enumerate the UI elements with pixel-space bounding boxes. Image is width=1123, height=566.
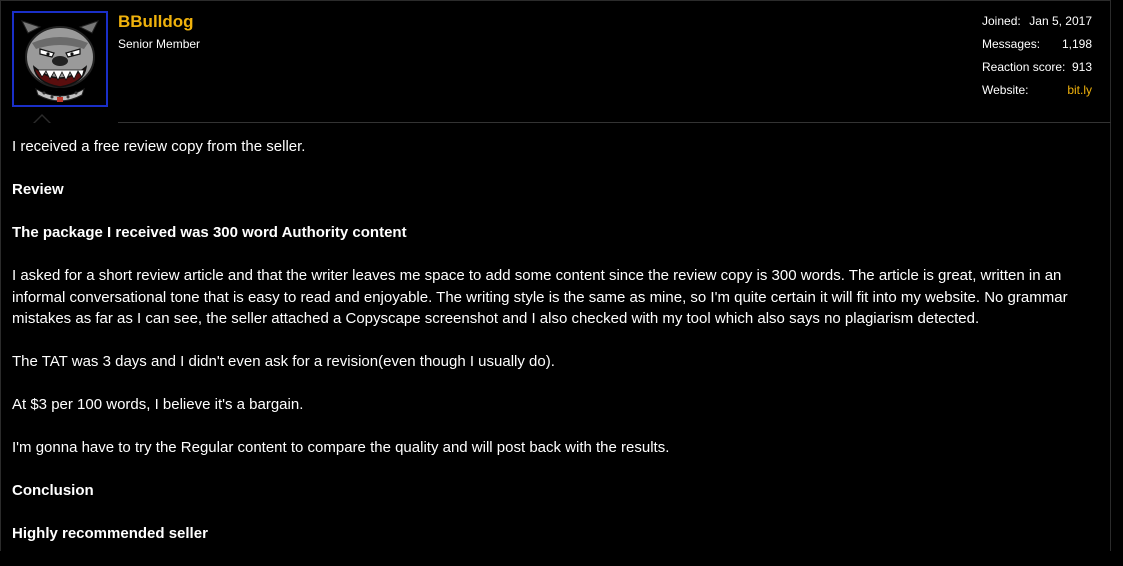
website-link[interactable]: bit.ly: [1067, 81, 1092, 100]
stat-reaction-score: Reaction score: 913: [982, 58, 1092, 81]
post-heading: Highly recommended seller: [12, 525, 208, 542]
user-stats: Joined: Jan 5, 2017 Messages: 1,198 Reac…: [982, 12, 1092, 104]
username-link[interactable]: BBulldog: [118, 12, 194, 32]
post-paragraph: The TAT was 3 days and I didn't even ask…: [12, 353, 555, 370]
post-subheading: The package I received was 300 word Auth…: [12, 224, 407, 241]
stat-label: Reaction score:: [982, 60, 1066, 74]
stat-value: 1,198: [1061, 37, 1092, 51]
user-title: Senior Member: [118, 37, 201, 51]
stat-messages: Messages: 1,198: [982, 35, 1092, 58]
post-paragraph: I received a free review copy from the s…: [12, 138, 306, 155]
post-body: I received a free review copy from the s…: [12, 136, 1102, 566]
stat-label: Website:: [982, 83, 1029, 97]
avatar[interactable]: [12, 11, 108, 107]
scrollbar[interactable]: [1111, 0, 1123, 551]
stat-joined: Joined: Jan 5, 2017: [982, 12, 1092, 35]
avatar-pointer-inner: [35, 116, 49, 123]
stat-label: Messages:: [982, 37, 1041, 51]
stat-value: Jan 5, 2017: [1029, 14, 1092, 28]
stat-value: 913: [1071, 60, 1092, 74]
post-paragraph: I'm gonna have to try the Regular conten…: [12, 439, 670, 456]
post-paragraph: I asked for a short review article and t…: [12, 267, 1068, 327]
header-divider: [118, 122, 1111, 123]
post-heading: Conclusion: [12, 482, 94, 499]
bulldog-mascot-icon: [21, 20, 99, 102]
post-heading: Review: [12, 181, 64, 198]
stat-website: Website: bit.ly: [982, 81, 1092, 104]
post-paragraph: At $3 per 100 words, I believe it's a ba…: [12, 396, 304, 413]
stat-label: Joined:: [982, 14, 1021, 28]
